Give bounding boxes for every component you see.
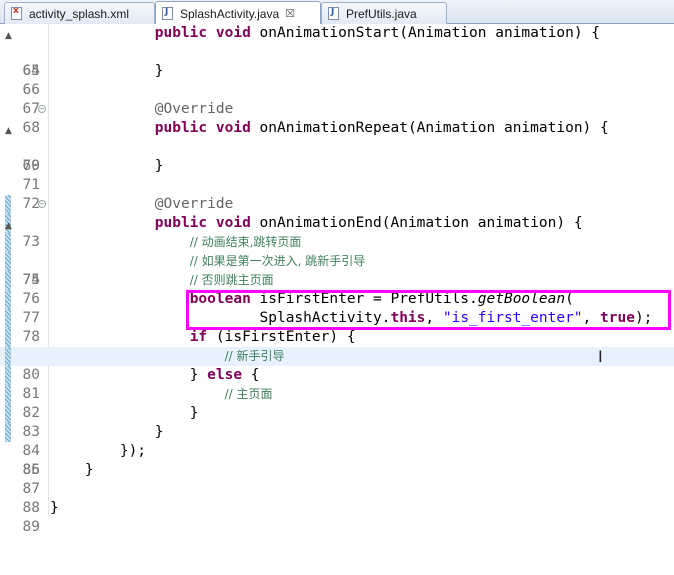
tab-label: activity_splash.xml <box>29 6 130 21</box>
change-marker <box>5 233 11 252</box>
code-text: public void onAnimationEnd(Animation ani… <box>154 215 583 231</box>
change-marker <box>5 328 11 347</box>
change-marker <box>5 404 11 423</box>
change-marker <box>5 423 11 442</box>
code-line: 78 boolean isFirstEnter = PrefUtils.getB… <box>0 290 674 345</box>
editor-tab-bar: activity_splash.xml SplashActivity.java … <box>0 0 674 25</box>
code-text: SplashActivity.this, "is_first_enter", t… <box>259 310 653 326</box>
code-line: 80 if (isFirstEnter) { <box>0 328 674 383</box>
code-line: 86 }); <box>0 442 674 478</box>
code-line: 77 // 否则跳主页面 <box>0 271 674 326</box>
code-line: 85 } <box>0 423 674 478</box>
code-text: } <box>84 462 94 478</box>
change-marker <box>5 347 11 366</box>
code-text: } <box>154 424 164 440</box>
code-text: } <box>50 500 59 516</box>
code-line: 70 <box>0 138 674 174</box>
code-text: // 动画结束,跳转页面 <box>189 235 302 249</box>
tab-splash-activity-java[interactable]: SplashActivity.java ☒ <box>155 1 321 25</box>
code-text: @Override <box>154 196 234 212</box>
code-line: 89 } <box>0 499 674 535</box>
fold-toggle-icon[interactable]: − <box>38 200 46 208</box>
code-line: 75 // 动画结束,跳转页面 <box>0 233 674 288</box>
code-text: } <box>50 63 164 79</box>
change-marker <box>5 271 11 290</box>
code-line: 65 <box>0 43 674 79</box>
text-cursor-icon: I <box>598 347 603 366</box>
tab-label: SplashActivity.java <box>180 6 280 21</box>
change-marker <box>5 309 11 328</box>
code-text: @Override <box>154 101 234 117</box>
code-text: boolean isFirstEnter = PrefUtils.getBool… <box>189 291 574 307</box>
tab-activity-splash-xml[interactable]: activity_splash.xml <box>4 2 155 24</box>
code-line: 87 } <box>0 461 674 497</box>
line-number: 89 <box>22 519 40 535</box>
change-marker <box>5 252 11 271</box>
code-line: 82 } else { <box>0 366 674 421</box>
xml-file-icon <box>11 6 22 20</box>
code-text: // 否则跳主页面 <box>189 273 274 287</box>
change-marker <box>5 290 11 309</box>
code-text: public void onAnimationStart(Animation a… <box>154 25 601 41</box>
code-line: 79 SplashActivity.this, "is_first_enter"… <box>0 309 674 364</box>
code-line: ▲ 74 public void onAnimationEnd(Animatio… <box>0 214 674 288</box>
current-code-line: 81 // 新手引导 <box>0 347 674 402</box>
fold-toggle-icon[interactable]: − <box>38 105 46 113</box>
change-marker <box>5 385 11 404</box>
code-line: 84 } <box>0 404 674 459</box>
code-text: // 如果是第一次进入, 跳新手引导 <box>189 254 366 268</box>
change-marker <box>5 366 11 385</box>
java-file-icon <box>328 7 339 20</box>
code-line: ▲ 64 public void onAnimationStart(Animat… <box>0 24 674 79</box>
code-line: 71 } <box>0 157 674 193</box>
code-line: 68 − @Override <box>0 100 674 136</box>
code-line: 76 // 如果是第一次进入, 跳新手引导 <box>0 252 674 307</box>
code-text: if (isFirstEnter) { <box>189 329 356 345</box>
tab-pref-utils-java[interactable]: PrefUtils.java <box>321 2 447 24</box>
change-marker <box>5 195 11 214</box>
code-text: // 主页面 <box>224 387 273 401</box>
code-line: 66 } <box>0 62 674 98</box>
code-text: // 新手引导 <box>224 349 285 363</box>
code-text: } <box>189 405 199 421</box>
code-text: public void onAnimationRepeat(Animation … <box>154 120 609 136</box>
code-text: }); <box>119 443 147 459</box>
code-line: 67 <box>0 81 674 117</box>
close-tab-icon[interactable]: ☒ <box>285 7 295 20</box>
code-line: 83 // 主页面 <box>0 385 674 440</box>
code-text: } <box>50 158 164 174</box>
java-file-icon <box>162 7 173 20</box>
code-line: 88 <box>0 480 674 516</box>
tab-label: PrefUtils.java <box>346 6 417 21</box>
code-text: } else { <box>189 367 260 383</box>
code-line: ▲ 69 public void onAnimationRepeat(Anima… <box>0 119 674 174</box>
code-editor[interactable]: ▲ 64 public void onAnimationStart(Animat… <box>0 24 674 535</box>
code-line: 73 − @Override <box>0 195 674 250</box>
code-line: 72 <box>0 176 674 212</box>
